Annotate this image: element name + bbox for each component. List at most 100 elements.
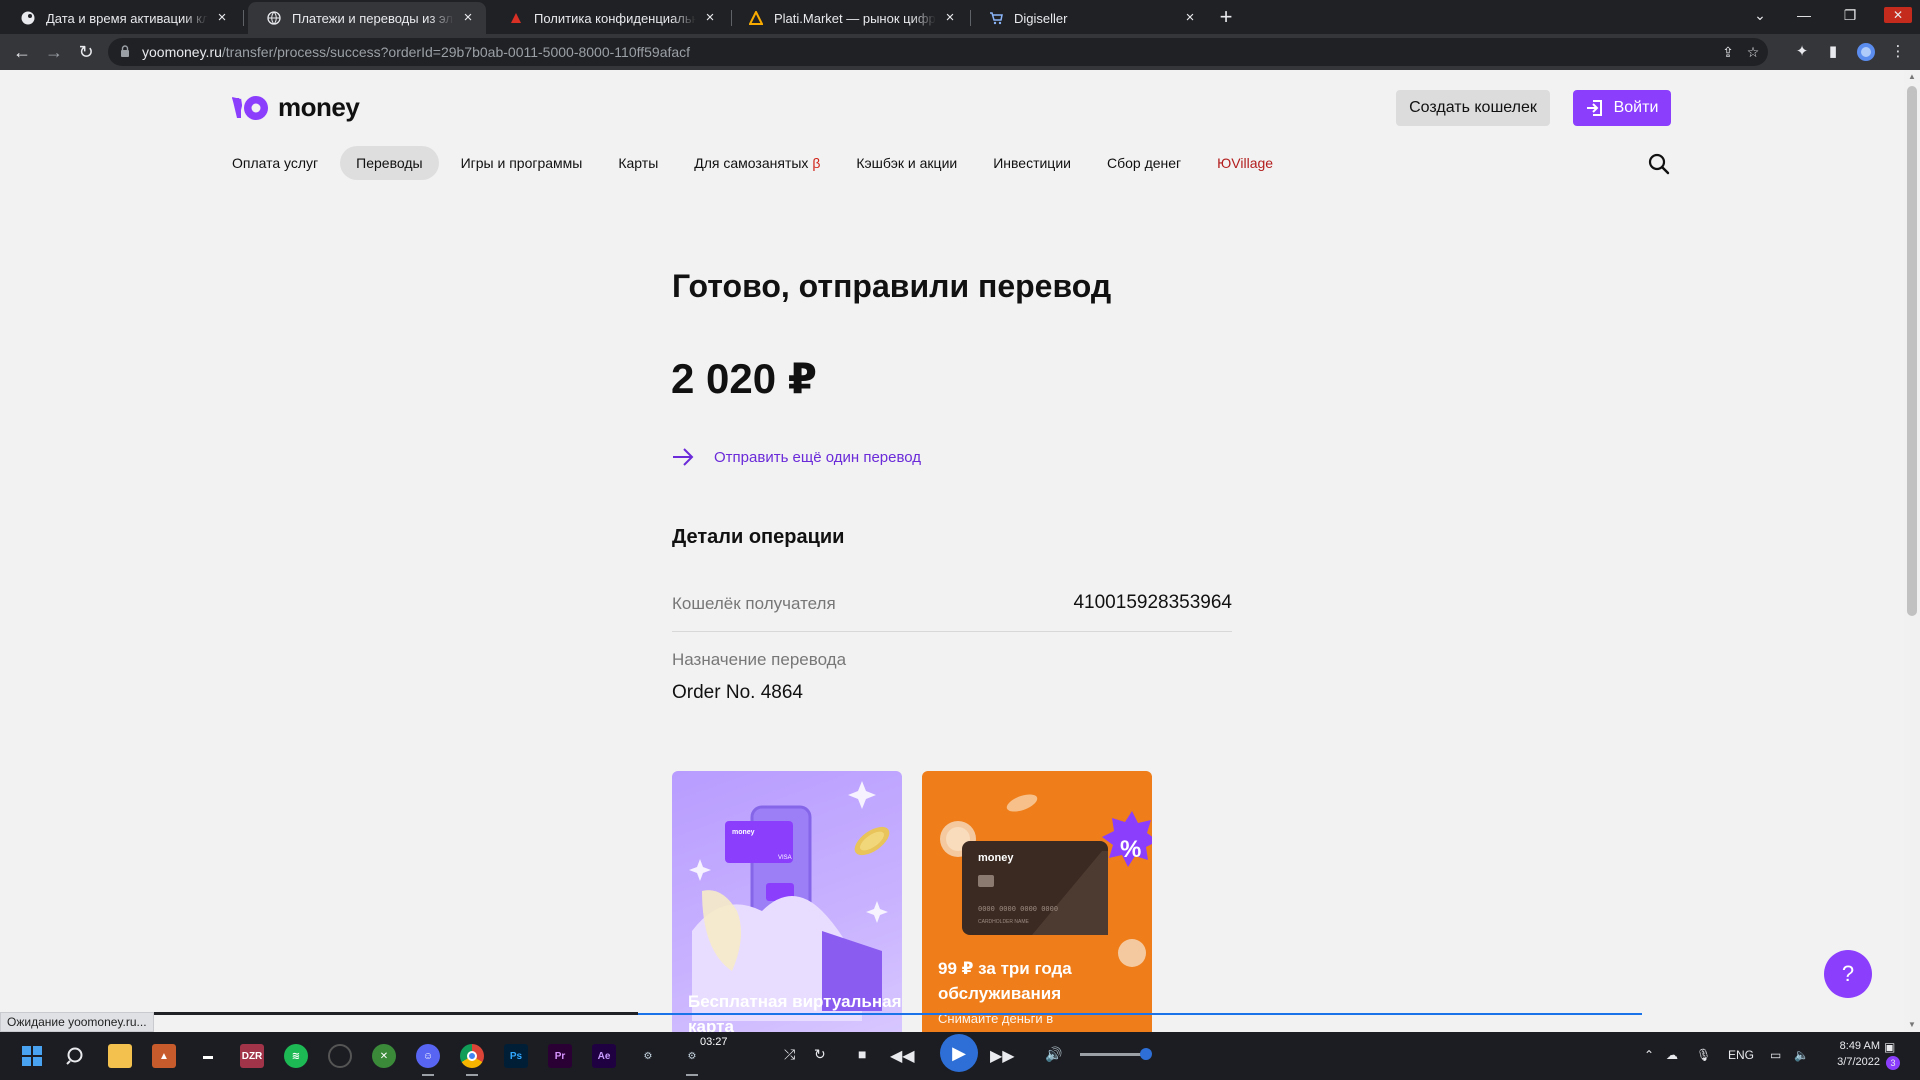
nav-item-investments[interactable]: Инвестиции bbox=[979, 146, 1085, 180]
extensions-icon[interactable]: ✦ bbox=[1792, 42, 1812, 62]
stop-icon[interactable]: ■ bbox=[858, 1046, 866, 1062]
promo-card-virtual-card[interactable]: money VISA Бесплатная виртуальная карта bbox=[672, 771, 902, 1032]
page-scrollbar[interactable]: ▲ ▼ bbox=[1904, 70, 1920, 1032]
lock-icon bbox=[121, 45, 129, 57]
recipient-wallet-row: Кошелёк получателя 410015928353964 bbox=[672, 572, 1232, 632]
tab-close-icon[interactable]: × bbox=[460, 10, 476, 26]
policy-favicon-icon bbox=[508, 10, 524, 26]
scroll-down-icon[interactable]: ▼ bbox=[1904, 1018, 1920, 1032]
next-track-icon[interactable]: ▶▶ bbox=[990, 1046, 1015, 1066]
nav-item-self-employed[interactable]: Для самозанятых β bbox=[680, 146, 834, 180]
notification-count-badge: 3 bbox=[1886, 1056, 1900, 1070]
recipient-wallet-label: Кошелёк получателя bbox=[672, 594, 836, 613]
promo-card-number: 0000 0000 0000 0000 bbox=[978, 905, 1058, 913]
promo-card-service-offer[interactable]: % money 0000 0000 0000 0000 CARDHOLDER N… bbox=[922, 771, 1152, 1032]
reload-icon[interactable]: ↻ bbox=[74, 40, 98, 64]
premiere-icon[interactable]: Pr bbox=[548, 1044, 572, 1068]
bookmark-star-icon[interactable]: ☆ bbox=[1744, 43, 1762, 61]
tab-close-icon[interactable]: × bbox=[1182, 10, 1198, 26]
system-clock[interactable]: 8:49 AM 3/7/2022 bbox=[1830, 1038, 1880, 1070]
spotify-icon[interactable]: ≋ bbox=[284, 1044, 308, 1068]
browser-tab-strip: Дата и время активации ключа × Платежи и… bbox=[0, 0, 1920, 34]
photoshop-icon[interactable]: Ps bbox=[504, 1044, 528, 1068]
browser-menu-icon[interactable]: ⋮ bbox=[1888, 42, 1908, 62]
send-another-transfer-link[interactable]: Отправить ещё один перевод bbox=[672, 446, 921, 468]
new-tab-button[interactable]: + bbox=[1214, 6, 1238, 30]
nav-item-fundraising[interactable]: Сбор денег bbox=[1093, 146, 1195, 180]
transfer-purpose-label: Назначение перевода bbox=[672, 650, 847, 669]
file-explorer-icon[interactable] bbox=[108, 1044, 132, 1068]
volume-slider[interactable] bbox=[1080, 1053, 1146, 1056]
globe-favicon-icon bbox=[266, 10, 282, 26]
tray-chevron-icon[interactable]: ⌃ bbox=[1644, 1048, 1654, 1062]
chrome-icon[interactable] bbox=[460, 1044, 484, 1076]
language-indicator[interactable]: ENG bbox=[1728, 1048, 1754, 1062]
nav-item-yuvillage[interactable]: ЮVillage bbox=[1203, 146, 1287, 180]
virtual-card-logo: money bbox=[732, 829, 755, 836]
app-b-icon[interactable]: ▬ bbox=[196, 1044, 220, 1068]
browser-tab[interactable]: Plati.Market — рынок цифровых × bbox=[730, 2, 968, 34]
percent-badge-icon: % bbox=[1120, 836, 1141, 863]
nav-item-cashback[interactable]: Кэшбэк и акции bbox=[842, 146, 971, 180]
scroll-up-icon[interactable]: ▲ bbox=[1904, 70, 1920, 84]
side-panel-icon[interactable]: ▮ bbox=[1823, 42, 1843, 62]
deezer-icon[interactable]: DZR bbox=[240, 1044, 264, 1068]
windows-start-icon[interactable] bbox=[20, 1044, 44, 1068]
profile-avatar-icon[interactable] bbox=[1856, 42, 1876, 62]
app-c-icon[interactable] bbox=[328, 1044, 352, 1068]
tab-close-icon[interactable]: × bbox=[214, 10, 230, 26]
volume-icon[interactable]: 🔊 bbox=[1045, 1046, 1062, 1063]
browser-tab-active[interactable]: Платежи и переводы из электр × bbox=[248, 2, 486, 34]
promo-card-logo: money bbox=[978, 852, 1014, 864]
discord-icon[interactable]: ☺ bbox=[416, 1044, 440, 1076]
send-another-label: Отправить ещё один перевод bbox=[714, 448, 922, 466]
restore-window-icon[interactable]: ❐ bbox=[1834, 0, 1866, 30]
minimize-window-icon[interactable]: — bbox=[1788, 0, 1820, 30]
address-bar[interactable]: yoomoney.ru/transfer/process/success?ord… bbox=[108, 38, 1768, 66]
search-icon[interactable] bbox=[1647, 152, 1671, 176]
xbox-icon[interactable]: ✕ bbox=[372, 1044, 396, 1068]
tab-close-icon[interactable]: × bbox=[702, 10, 718, 26]
logo-mark-icon bbox=[232, 95, 268, 120]
loading-progress-bar bbox=[638, 1013, 1642, 1015]
details-heading: Детали операции bbox=[672, 526, 845, 548]
forward-icon[interactable]: → bbox=[42, 40, 66, 64]
network-icon[interactable]: ▭ bbox=[1770, 1048, 1781, 1062]
tab-title: Политика конфиденциальности bbox=[534, 10, 696, 26]
steam-favicon-icon bbox=[20, 10, 36, 26]
login-button[interactable]: Войти bbox=[1573, 90, 1671, 126]
onedrive-icon[interactable]: ☁ bbox=[1666, 1048, 1678, 1062]
tab-title: Дата и время активации ключа bbox=[46, 10, 208, 26]
page-title: Готово, отправили перевод bbox=[672, 268, 1112, 304]
after-effects-icon[interactable]: Ae bbox=[592, 1044, 616, 1068]
scrollbar-thumb[interactable] bbox=[1907, 86, 1917, 616]
play-pause-button[interactable]: ▶ bbox=[940, 1034, 978, 1072]
browser-tab[interactable]: Digiseller × bbox=[970, 2, 1208, 34]
shuffle-icon[interactable]: ⤮ bbox=[784, 1046, 795, 1063]
notification-center-icon[interactable]: ▣ bbox=[1884, 1040, 1895, 1054]
back-icon[interactable]: ← bbox=[10, 40, 34, 64]
previous-track-icon[interactable]: ◀◀ bbox=[890, 1046, 915, 1066]
microphone-icon[interactable]: 🎙 bbox=[1696, 1048, 1711, 1062]
yoomoney-logo[interactable]: money bbox=[232, 92, 360, 123]
nav-item-games[interactable]: Игры и программы bbox=[447, 146, 597, 180]
speaker-icon[interactable]: 🔈 bbox=[1794, 1048, 1809, 1062]
search-taskbar-icon[interactable] bbox=[64, 1044, 88, 1068]
app-a-icon[interactable]: ▲ bbox=[152, 1044, 176, 1068]
nav-item-transfers[interactable]: Переводы bbox=[340, 146, 439, 180]
share-icon[interactable]: ⇪ bbox=[1719, 43, 1737, 61]
nav-item-cards[interactable]: Карты bbox=[604, 146, 672, 180]
close-window-icon[interactable]: ✕ bbox=[1884, 7, 1912, 23]
browser-tab[interactable]: Политика конфиденциальности × bbox=[490, 2, 728, 34]
nav-item-payments[interactable]: Оплата услуг bbox=[218, 146, 332, 180]
steam-icon[interactable]: ⚙ bbox=[636, 1044, 660, 1068]
browser-tab[interactable]: Дата и время активации ключа × bbox=[2, 2, 240, 34]
volume-slider-knob[interactable] bbox=[1140, 1048, 1152, 1060]
help-button[interactable]: ? bbox=[1824, 950, 1872, 998]
media-controls: 03:27 ⤮ ↻ ■ ◀◀ ▶ ▶▶ 🔊 bbox=[700, 1034, 1160, 1074]
tab-close-icon[interactable]: × bbox=[942, 10, 958, 26]
create-wallet-button[interactable]: Создать кошелек bbox=[1396, 90, 1550, 126]
tab-search-icon[interactable]: ⌄ bbox=[1744, 0, 1776, 30]
repeat-icon[interactable]: ↻ bbox=[814, 1046, 826, 1063]
arrow-right-icon bbox=[673, 448, 694, 466]
